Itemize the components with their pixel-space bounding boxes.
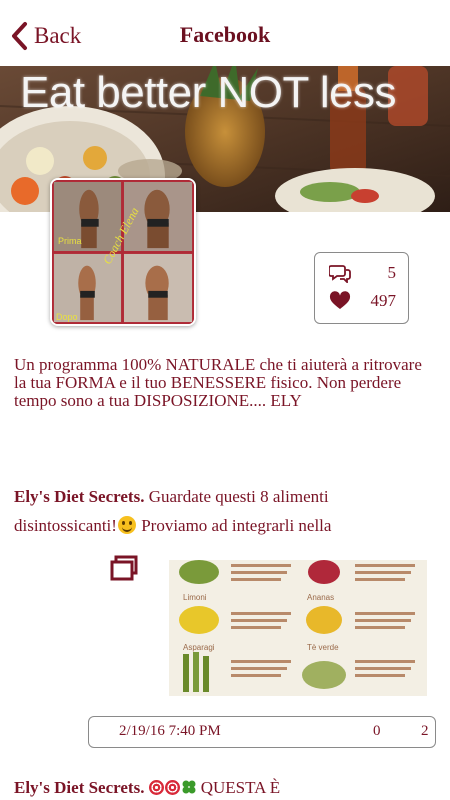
post-likes-count[interactable]: 2 xyxy=(421,723,429,740)
likes-count: 497 xyxy=(370,291,397,310)
post-image-graphic: Limoni Ananas Asparagi Tè verde xyxy=(169,560,427,696)
comments-stat[interactable]: 5 xyxy=(315,261,408,285)
post-text[interactable]: Ely's Diet Secrets. Guardate questi 8 al… xyxy=(14,482,434,540)
likes-stat[interactable]: 497 xyxy=(315,289,408,313)
page-stats-box: 5 497 xyxy=(314,252,409,324)
image-label-ananas: Ananas xyxy=(307,593,334,602)
avatar-image xyxy=(52,180,194,324)
page-description: Un programma 100% NATURALE che ti aiuter… xyxy=(14,355,422,410)
post-author: Ely's Diet Secrets. xyxy=(14,487,145,506)
avatar-label-after: Dopo xyxy=(56,312,78,322)
lollipop-emoji-icon xyxy=(164,780,180,795)
post-body-end: Proviamo ad integrarli nella xyxy=(136,516,332,535)
comments-count: 5 xyxy=(387,263,397,282)
post-meta-bar: 2/19/16 7:40 PM 0 2 xyxy=(88,716,436,748)
post-text[interactable]: Ely's Diet Secrets. QUESTA È xyxy=(14,778,444,798)
profile-avatar[interactable]: Prima Dopo Coach Elena xyxy=(50,178,196,326)
post-comments-count[interactable]: 0 xyxy=(373,723,381,740)
nav-bar: Back Facebook xyxy=(0,0,450,66)
gallery-icon[interactable] xyxy=(110,555,138,581)
comments-icon xyxy=(329,265,351,283)
heart-icon xyxy=(329,291,351,309)
post-body: QUESTA È xyxy=(200,778,281,797)
clover-emoji-icon xyxy=(182,780,196,794)
cover-headline: Eat better NOT less xyxy=(20,68,397,117)
avatar-label-before: Prima xyxy=(58,236,82,246)
post-author: Ely's Diet Secrets. xyxy=(14,778,145,797)
post-date: 2/19/16 7:40 PM xyxy=(119,723,221,739)
post-image[interactable]: Limoni Ananas Asparagi Tè verde xyxy=(169,560,427,696)
image-label-te-verde: Tè verde xyxy=(307,643,339,652)
page-title: Facebook xyxy=(179,22,271,47)
smile-emoji-icon xyxy=(117,516,136,534)
image-label-limoni: Limoni xyxy=(183,593,207,602)
lollipop-emoji-icon xyxy=(148,780,164,795)
image-label-asparagi: Asparagi xyxy=(183,643,215,652)
